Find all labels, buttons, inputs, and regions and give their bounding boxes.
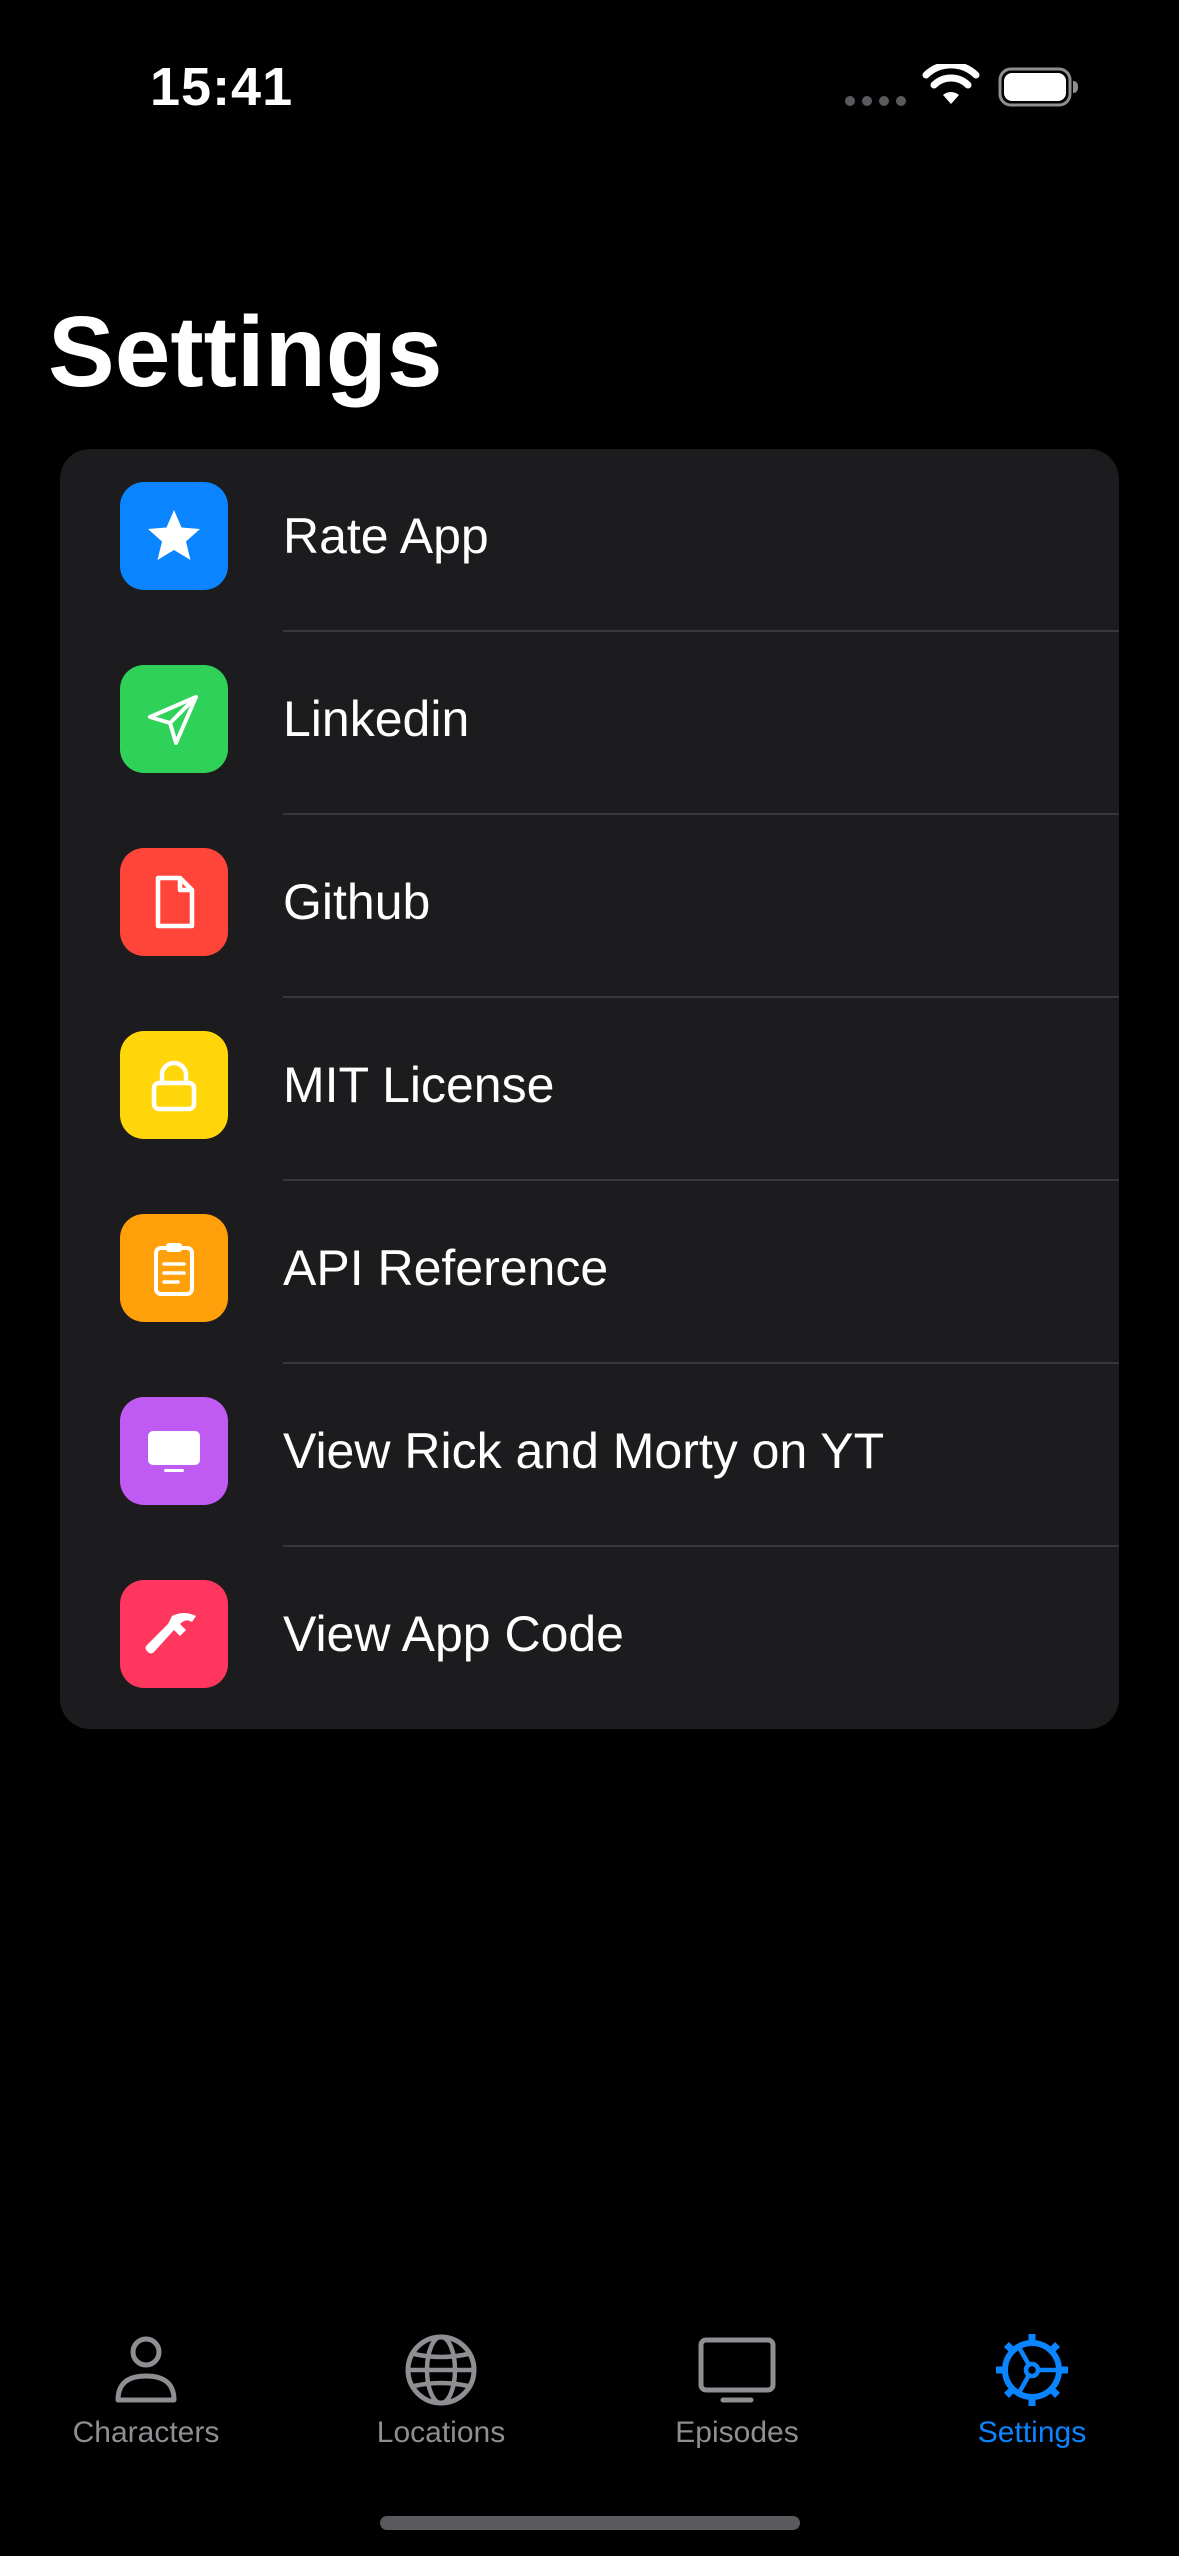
settings-row-label: Github bbox=[283, 874, 431, 930]
tv-icon bbox=[120, 1397, 228, 1505]
battery-icon bbox=[998, 67, 1078, 107]
settings-row-label: View Rick and Morty on YT bbox=[283, 1423, 885, 1479]
tv-icon bbox=[698, 2337, 776, 2403]
settings-row-linkedin[interactable]: Linkedin bbox=[60, 632, 1119, 815]
settings-row-label: View App Code bbox=[283, 1606, 624, 1662]
gear-icon bbox=[996, 2334, 1068, 2406]
settings-row-view-rick-and-morty[interactable]: View Rick and Morty on YT bbox=[60, 1364, 1119, 1547]
settings-row-label: Rate App bbox=[283, 508, 489, 564]
wifi-icon bbox=[922, 64, 980, 104]
page-title: Settings bbox=[48, 296, 443, 408]
settings-row-label: Linkedin bbox=[283, 691, 470, 747]
settings-row-github[interactable]: Github bbox=[60, 815, 1119, 998]
tab-label: Characters bbox=[72, 2416, 220, 2449]
tab-settings[interactable]: Settings bbox=[912, 2330, 1152, 2470]
settings-row-mit-license[interactable]: MIT License bbox=[60, 998, 1119, 1181]
status-time: 15:41 bbox=[150, 57, 294, 117]
tab-label: Locations bbox=[376, 2416, 506, 2449]
tab-label: Episodes bbox=[675, 2416, 799, 2449]
tab-label: Settings bbox=[977, 2416, 1087, 2449]
lock-icon bbox=[120, 1031, 228, 1139]
tab-characters[interactable]: Characters bbox=[26, 2330, 266, 2470]
settings-list: Rate App Linkedin Github MIT License API… bbox=[60, 449, 1119, 1729]
clipboard-icon bbox=[120, 1214, 228, 1322]
settings-row-label: API Reference bbox=[283, 1240, 609, 1296]
globe-icon bbox=[405, 2334, 477, 2406]
document-icon bbox=[120, 848, 228, 956]
hammer-icon bbox=[120, 1580, 228, 1688]
star-icon bbox=[120, 482, 228, 590]
settings-row-rate-app[interactable]: Rate App bbox=[60, 449, 1119, 632]
tab-episodes[interactable]: Episodes bbox=[617, 2330, 857, 2470]
tab-locations[interactable]: Locations bbox=[321, 2330, 561, 2470]
person-icon bbox=[115, 2336, 177, 2403]
settings-row-api-reference[interactable]: API Reference bbox=[60, 1181, 1119, 1364]
paperplane-icon bbox=[120, 665, 228, 773]
home-indicator[interactable] bbox=[380, 2516, 800, 2530]
settings-row-label: MIT License bbox=[283, 1057, 555, 1113]
status-bar: 15:41 bbox=[0, 0, 1179, 160]
settings-row-view-app-code[interactable]: View App Code bbox=[60, 1547, 1119, 1729]
cellular-signal-icon bbox=[845, 96, 906, 106]
